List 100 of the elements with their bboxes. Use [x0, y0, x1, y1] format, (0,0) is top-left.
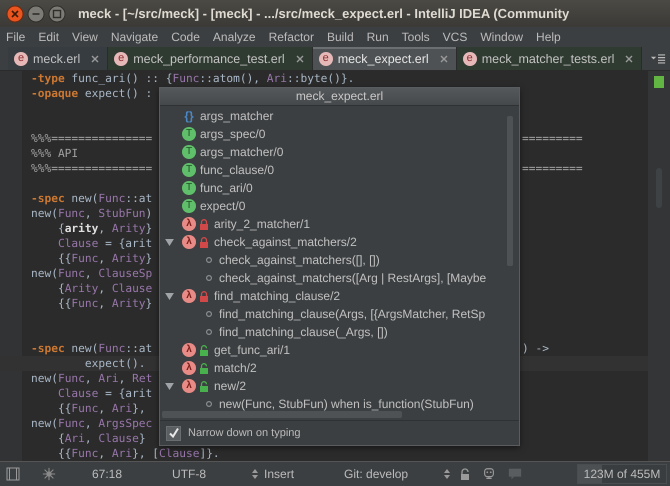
close-icon[interactable]: [6, 4, 24, 22]
checkbox-label[interactable]: Narrow down on typing: [188, 427, 301, 439]
menu-item[interactable]: Run: [366, 30, 389, 44]
type-badge: T: [182, 127, 196, 141]
spinner-icon: [42, 467, 56, 481]
clause-dot-icon: [206, 401, 212, 407]
menu-item[interactable]: Tools: [402, 30, 430, 44]
structure-item[interactable]: check_against_matchers/2: [214, 235, 357, 249]
clause-dot-icon: [206, 257, 212, 263]
structure-item[interactable]: find_matching_clause(Args, [{ArgsMatcher, RetSp: [219, 307, 486, 321]
structure-item[interactable]: get_func_ari/1: [214, 343, 290, 357]
up-down-icon: [252, 469, 258, 479]
panel-toggle-icon[interactable]: [6, 467, 20, 481]
code-line: {{Func, Arity}: [56, 297, 152, 310]
type-badge: T: [182, 163, 196, 177]
clause-dot-icon: [206, 329, 212, 335]
menu-item[interactable]: Refactor: [268, 30, 314, 44]
close-icon[interactable]: [296, 54, 304, 62]
function-badge: λ: [182, 343, 196, 357]
code-line: {arity, Arity}: [56, 222, 152, 235]
insert-mode[interactable]: Insert: [264, 467, 294, 481]
clause-dot-icon: [206, 311, 212, 317]
structure-item[interactable]: expect/0: [200, 199, 246, 213]
code-line: Clause = {arit: [56, 387, 152, 400]
structure-item[interactable]: args_spec/0: [200, 127, 266, 141]
file-badge: e: [114, 52, 128, 66]
up-down-icon: [444, 469, 450, 479]
file-badge: e: [14, 52, 28, 66]
caret-position[interactable]: 67:18: [92, 467, 122, 481]
code-line: -type func_ari() :: {Func::atom(), Ari::byte()}.: [31, 72, 354, 85]
editor-tab[interactable]: e meck.erl: [8, 47, 108, 70]
code-line: new(Func, ArgsSpec: [31, 417, 152, 430]
code-line: {Ari, Clause}: [56, 432, 146, 445]
code-fragment: =========: [522, 132, 583, 145]
menu-item[interactable]: Code: [171, 30, 200, 44]
menu-item[interactable]: VCS: [442, 30, 468, 44]
code-fragment: =========: [522, 162, 583, 175]
record-icon: {}: [182, 109, 196, 123]
structure-item[interactable]: arity_2_matcher/1: [214, 217, 310, 231]
menu-item[interactable]: Edit: [38, 30, 60, 44]
menu-item[interactable]: Navigate: [110, 30, 158, 44]
file-encoding[interactable]: UTF-8: [172, 467, 206, 481]
menu-item[interactable]: File: [6, 30, 26, 44]
lock-icon[interactable]: [460, 468, 470, 480]
code-line: -opaque expect() :: [31, 87, 152, 100]
checkbox[interactable]: [166, 426, 181, 440]
code-fragment: ) ->: [522, 342, 549, 355]
function-badge: λ: [182, 289, 196, 303]
code-line: %%%===============: [31, 162, 152, 175]
memory-usage: 123M of 455M: [584, 467, 660, 481]
code-line: {{Func, Ari}, [Clause]}.: [56, 447, 220, 460]
editor-tab[interactable]: e meck_expect.erl: [312, 47, 457, 70]
menu-item[interactable]: View: [72, 30, 98, 44]
menu-item[interactable]: Build: [326, 30, 354, 44]
menu-item[interactable]: Analyze: [212, 30, 256, 44]
expand-triangle-icon[interactable]: [164, 292, 174, 300]
code-line: new(Func, StubFun): [31, 207, 152, 220]
clause-dot-icon: [206, 275, 212, 281]
memory-indicator[interactable]: 123M of 455M: [577, 464, 667, 484]
vcs-branch[interactable]: Git: develop: [344, 467, 408, 481]
type-badge: T: [182, 199, 196, 213]
file-badge: e: [318, 52, 333, 66]
code-line: -spec new(Func::at: [31, 192, 152, 205]
code-line: expect().: [84, 357, 146, 370]
structure-item[interactable]: find_matching_clause/2: [214, 289, 340, 303]
structure-item[interactable]: args_matcher: [200, 109, 274, 123]
type-badge: T: [182, 181, 196, 195]
structure-item[interactable]: func_ari/0: [200, 181, 253, 195]
expand-triangle-icon[interactable]: [164, 382, 174, 390]
function-badge: λ: [182, 379, 196, 393]
function-badge: λ: [182, 361, 196, 375]
code-line: -spec new(Func::at: [31, 342, 152, 355]
editor-tab[interactable]: e meck_matcher_tests.erl: [456, 47, 642, 70]
structure-item[interactable]: func_clause/0: [200, 163, 274, 177]
structure-item[interactable]: new/2: [214, 379, 246, 393]
menu-item[interactable]: Help: [536, 30, 561, 44]
structure-item[interactable]: check_against_matchers([], []): [219, 253, 380, 267]
maximize-icon[interactable]: [48, 4, 66, 22]
structure-item[interactable]: new(Func, StubFun) when is_function(StubFun): [219, 397, 474, 411]
editor-tab[interactable]: e meck_performance_test.erl: [108, 47, 313, 70]
inspector-icon[interactable]: [482, 467, 496, 481]
code-line: {{Func, Arity}: [56, 252, 152, 265]
close-icon[interactable]: [625, 54, 634, 62]
code-line: new(Func, Ari, Ret: [31, 372, 152, 385]
close-icon[interactable]: [91, 54, 100, 62]
code-line: Clause = {arit: [56, 237, 152, 250]
close-icon[interactable]: [440, 54, 448, 62]
minimize-icon[interactable]: [27, 4, 45, 22]
code-line: %%%===============: [31, 132, 152, 145]
structure-item[interactable]: args_matcher/0: [200, 145, 284, 159]
structure-item[interactable]: find_matching_clause(_Args, []): [219, 325, 388, 339]
code-line: {{Func, Ari},: [56, 402, 146, 415]
menu-item[interactable]: Window: [480, 30, 524, 44]
function-badge: λ: [182, 217, 196, 231]
structure-item[interactable]: match/2: [214, 361, 257, 375]
expand-triangle-icon[interactable]: [164, 238, 174, 246]
function-badge: λ: [182, 235, 196, 249]
window-title: meck - [~/src/meck] - [meck] - .../src/meck_expect.erl - IntelliJ IDEA (Community: [78, 6, 570, 21]
code-line: new(Func, ClauseSp: [31, 267, 152, 280]
structure-item[interactable]: check_against_matchers([Arg | RestArgs], [Maybe: [219, 271, 486, 285]
